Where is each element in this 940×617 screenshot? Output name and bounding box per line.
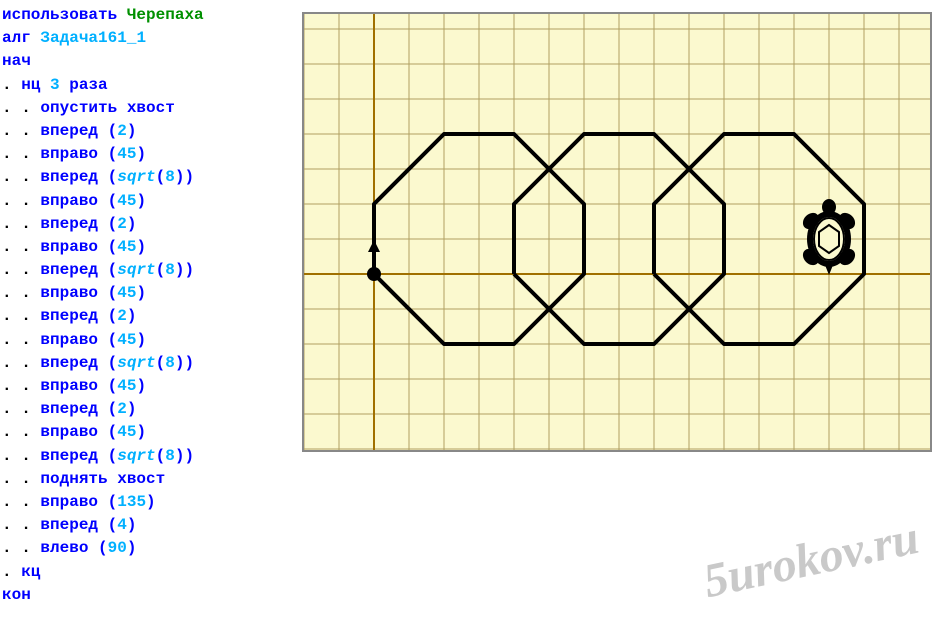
keyword-times: раза [69, 76, 107, 94]
code-line: . кц [2, 561, 298, 584]
command-forward: вперед [40, 122, 98, 140]
literal: 2 [117, 215, 127, 233]
literal: 45 [117, 331, 136, 349]
code-line: . . вперед (sqrt(8)) [2, 445, 298, 468]
turtle-canvas [302, 12, 932, 452]
keyword-end: кон [2, 586, 31, 604]
func-sqrt: sqrt [117, 354, 155, 372]
code-line: . . вправо (135) [2, 491, 298, 514]
code-line: . . поднять хвост [2, 468, 298, 491]
command-pen-up: поднять хвост [40, 470, 165, 488]
keyword-begin: нач [2, 52, 31, 70]
canvas-svg [304, 14, 930, 450]
code-line: . . вперед (sqrt(8)) [2, 166, 298, 189]
code-line: . нц 3 раза [2, 74, 298, 97]
code-line: алг Задача161_1 [2, 27, 298, 50]
code-line: . . вправо (45) [2, 236, 298, 259]
code-line: . . вперед (sqrt(8)) [2, 259, 298, 282]
code-line: . . вправо (45) [2, 282, 298, 305]
literal: 3 [50, 76, 60, 94]
command-forward: вперед [40, 354, 98, 372]
command-forward: вперед [40, 261, 98, 279]
literal: 45 [117, 238, 136, 256]
keyword-alg: алг [2, 29, 31, 47]
code-line: . . вперед (2) [2, 213, 298, 236]
literal: 135 [117, 493, 146, 511]
literal: 45 [117, 423, 136, 441]
code-line: . . вперед (4) [2, 514, 298, 537]
code-line: . . вперед (2) [2, 305, 298, 328]
literal: 8 [165, 354, 175, 372]
code-line: . . влево (90) [2, 537, 298, 560]
command-forward: вперед [40, 215, 98, 233]
keyword-loop-end: кц [21, 563, 40, 581]
func-sqrt: sqrt [117, 168, 155, 186]
literal: 8 [165, 447, 175, 465]
command-right: вправо [40, 145, 98, 163]
command-forward: вперед [40, 447, 98, 465]
code-line: . . опустить хвост [2, 97, 298, 120]
code-line: . . вправо (45) [2, 329, 298, 352]
literal: 8 [165, 168, 175, 186]
command-pen-down: опустить хвост [40, 99, 174, 117]
command-forward: вперед [40, 168, 98, 186]
module-name: Черепаха [127, 6, 204, 24]
command-right: вправо [40, 377, 98, 395]
literal: 45 [117, 377, 136, 395]
command-forward: вперед [40, 516, 98, 534]
code-line: . . вправо (45) [2, 143, 298, 166]
func-sqrt: sqrt [117, 447, 155, 465]
code-line: . . вправо (45) [2, 190, 298, 213]
command-right: вправо [40, 284, 98, 302]
command-right: вправо [40, 238, 98, 256]
algorithm-name: Задача161_1 [40, 29, 146, 47]
code-line: . . вперед (2) [2, 398, 298, 421]
keyword-use: использовать [2, 6, 117, 24]
keyword-loop: нц [21, 76, 40, 94]
literal: 8 [165, 261, 175, 279]
literal: 4 [117, 516, 127, 534]
func-sqrt: sqrt [117, 261, 155, 279]
literal: 2 [117, 400, 127, 418]
command-right: вправо [40, 331, 98, 349]
command-forward: вперед [40, 307, 98, 325]
command-right: вправо [40, 192, 98, 210]
literal: 45 [117, 284, 136, 302]
code-line: . . вперед (sqrt(8)) [2, 352, 298, 375]
command-right: вправо [40, 423, 98, 441]
code-line: . . вправо (45) [2, 421, 298, 444]
literal: 45 [117, 192, 136, 210]
command-left: влево [40, 539, 88, 557]
code-line: использовать Черепаха [2, 4, 298, 27]
command-forward: вперед [40, 400, 98, 418]
code-editor: использовать Черепаха алг Задача161_1 на… [0, 0, 300, 617]
literal: 45 [117, 145, 136, 163]
code-line: нач [2, 50, 298, 73]
literal: 2 [117, 122, 127, 140]
code-line: . . вправо (45) [2, 375, 298, 398]
literal: 90 [108, 539, 127, 557]
command-right: вправо [40, 493, 98, 511]
code-line: . . вперед (2) [2, 120, 298, 143]
code-line: кон [2, 584, 298, 607]
literal: 2 [117, 307, 127, 325]
